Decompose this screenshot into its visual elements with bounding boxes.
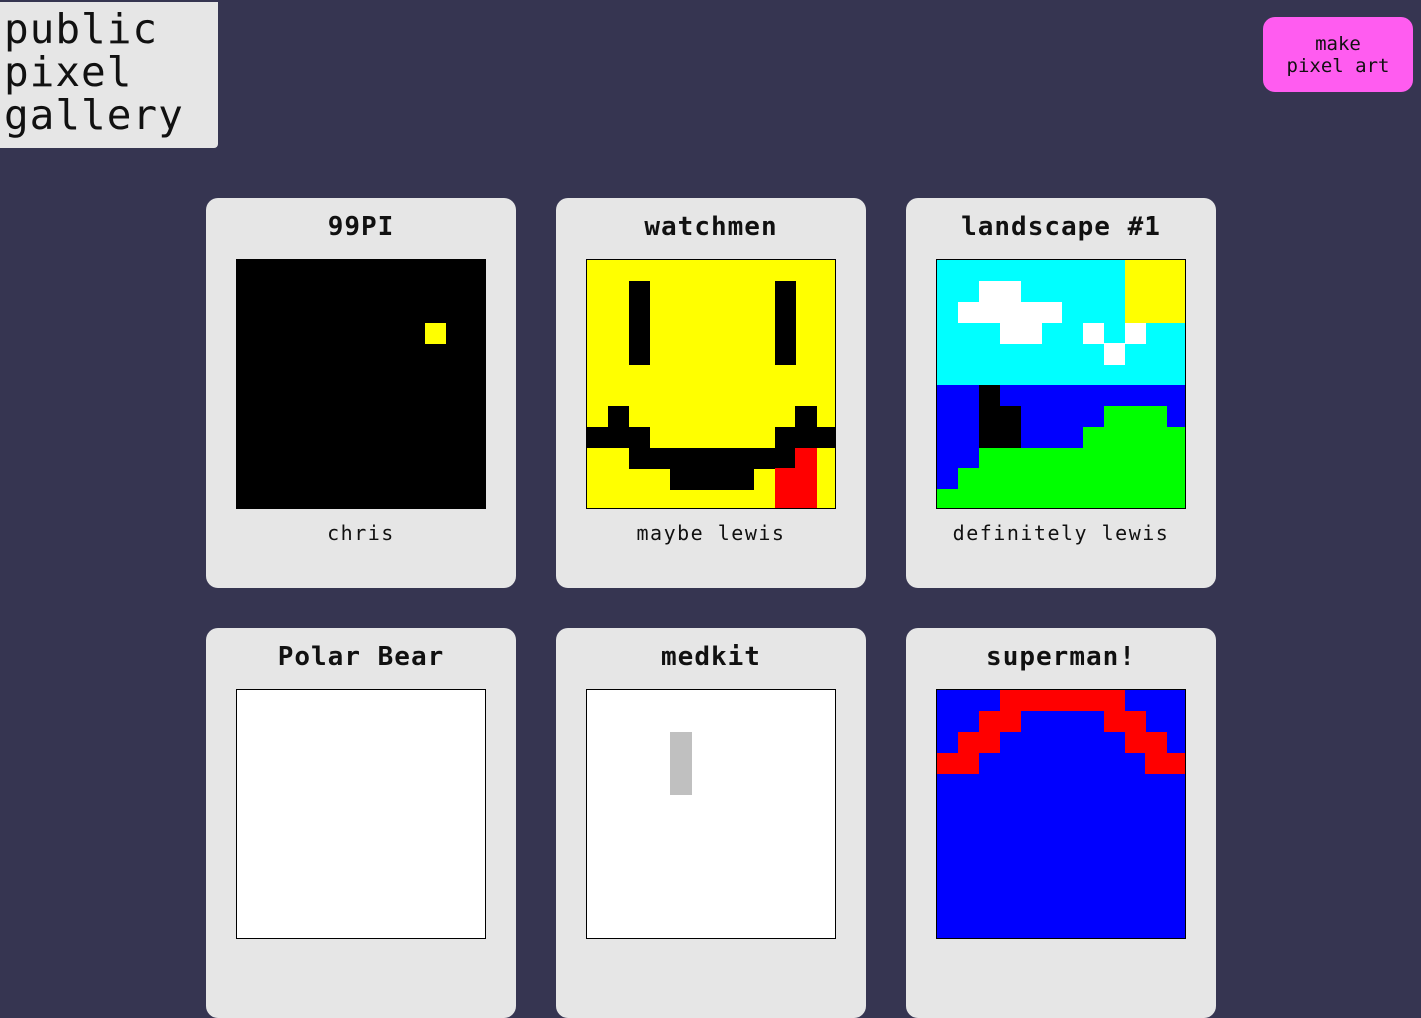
gallery-card-polar-bear[interactable]: Polar Bear bbox=[206, 628, 516, 1018]
pixel bbox=[1124, 260, 1185, 323]
card-title: Polar Bear bbox=[277, 642, 445, 672]
pixel bbox=[1082, 322, 1105, 344]
pixel bbox=[1082, 426, 1185, 448]
card-title: superman! bbox=[986, 642, 1136, 672]
pixel bbox=[999, 690, 1125, 712]
pixel bbox=[937, 752, 980, 774]
pixel bbox=[1124, 731, 1167, 753]
card-title: landscape #1 bbox=[961, 212, 1161, 242]
logo-line-1: public bbox=[4, 5, 159, 53]
pixel bbox=[795, 405, 817, 428]
pixel bbox=[978, 710, 1021, 733]
card-author: chris bbox=[327, 521, 395, 545]
pixel bbox=[978, 385, 1000, 448]
pixel bbox=[795, 447, 817, 508]
pixel bbox=[978, 280, 1021, 303]
pixel bbox=[999, 752, 1125, 774]
pixel bbox=[1103, 405, 1167, 428]
site-logo[interactable]: public pixel gallery bbox=[0, 2, 218, 148]
pixel bbox=[628, 447, 796, 469]
pixel bbox=[1103, 710, 1146, 733]
pixel bbox=[937, 489, 1185, 508]
pixel bbox=[957, 468, 1185, 490]
gallery-card-superman[interactable]: superman! bbox=[906, 628, 1216, 1018]
pixel bbox=[670, 468, 755, 490]
pixel-art-image bbox=[236, 259, 486, 509]
pixel bbox=[607, 405, 630, 428]
pixel bbox=[774, 280, 796, 365]
pixel-art-image bbox=[936, 689, 1186, 939]
logo-line-3: gallery bbox=[4, 91, 184, 139]
make-button-line-1: make bbox=[1315, 32, 1361, 55]
card-title: watchmen bbox=[644, 212, 778, 242]
pixel bbox=[424, 322, 446, 344]
pixel bbox=[999, 322, 1042, 344]
gallery-card-landscape-1[interactable]: landscape #1 definitely lewis bbox=[906, 198, 1216, 588]
card-author: definitely lewis bbox=[952, 521, 1170, 545]
pixel bbox=[978, 447, 1185, 469]
pixel bbox=[670, 731, 692, 795]
pixel bbox=[1124, 322, 1146, 344]
pixel bbox=[1103, 343, 1125, 365]
pixel-art-image bbox=[586, 689, 836, 939]
pixel bbox=[628, 280, 650, 365]
pixel bbox=[1145, 752, 1185, 774]
pixel-art-image bbox=[236, 689, 486, 939]
gallery-card-medkit[interactable]: medkit bbox=[556, 628, 866, 1018]
card-title: 99PI bbox=[327, 212, 395, 242]
pixel bbox=[1020, 731, 1105, 753]
pixel bbox=[999, 405, 1021, 448]
logo-line-2: pixel bbox=[4, 48, 133, 96]
gallery-card-watchmen[interactable]: watchmen maybe lewis bbox=[556, 198, 866, 588]
pixel bbox=[587, 426, 650, 448]
pixel bbox=[774, 468, 796, 508]
make-pixel-art-button[interactable]: make pixel art bbox=[1263, 17, 1413, 92]
pixel-art-image bbox=[936, 259, 1186, 509]
make-button-line-2: pixel art bbox=[1286, 54, 1390, 77]
gallery-card-99pi[interactable]: 99PI chris bbox=[206, 198, 516, 588]
pixel bbox=[1041, 710, 1084, 733]
pixel bbox=[957, 731, 1000, 753]
pixel bbox=[957, 301, 1063, 323]
card-title: medkit bbox=[661, 642, 761, 672]
card-author: maybe lewis bbox=[636, 521, 786, 545]
pixel bbox=[774, 426, 835, 448]
pixel-art-image bbox=[586, 259, 836, 509]
